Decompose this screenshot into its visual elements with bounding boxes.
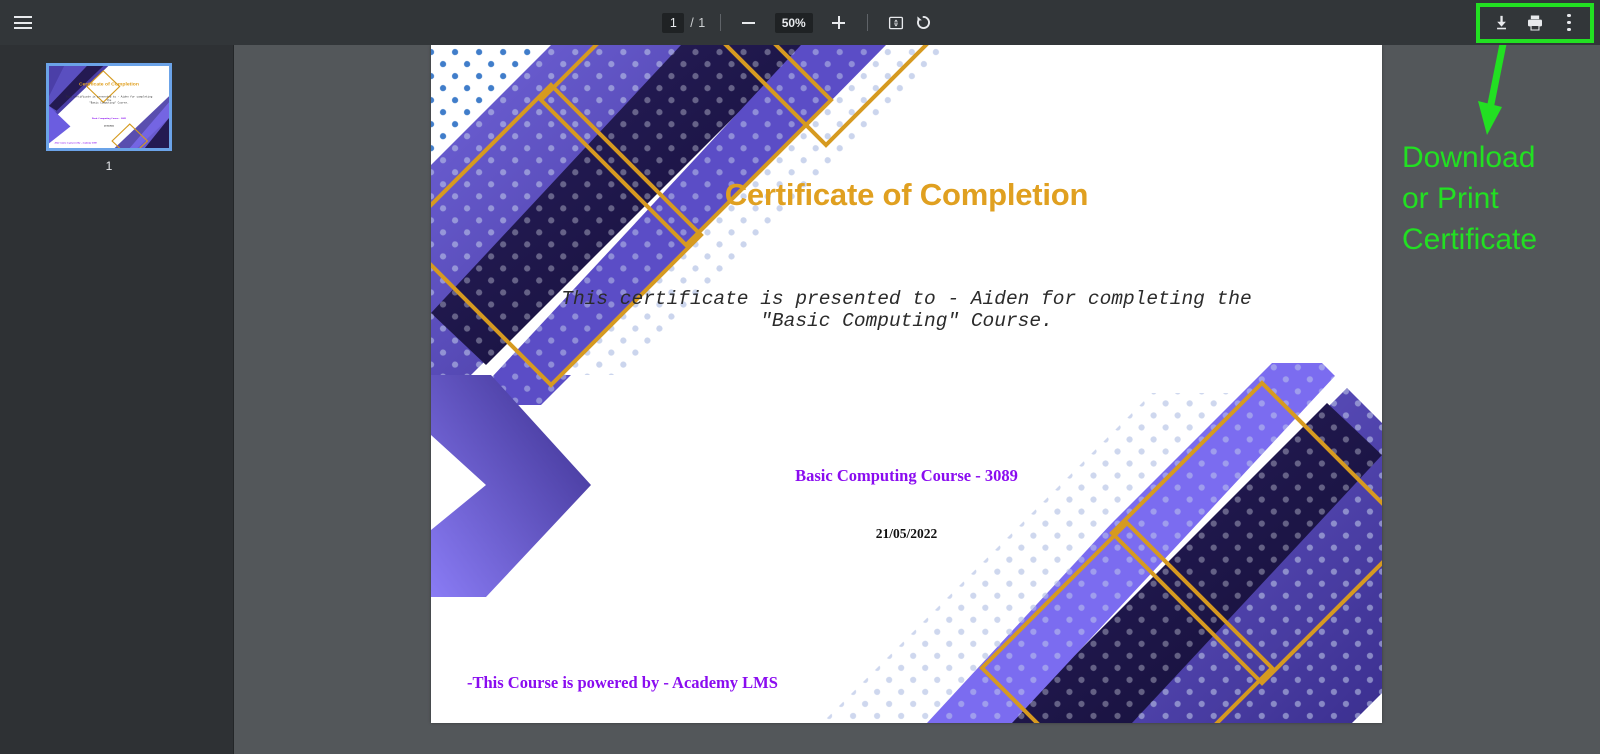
print-button[interactable]	[1518, 7, 1552, 39]
rotate-counterclockwise-icon	[917, 16, 931, 29]
fit-to-page-icon	[888, 16, 903, 29]
thumbnail-page-label: 1	[105, 159, 113, 173]
zoom-level-display[interactable]: 50%	[774, 12, 813, 33]
toolbar-divider-2	[866, 14, 868, 31]
svg-text:Basic Computing Course - 3089: Basic Computing Course - 3089	[92, 117, 127, 120]
download-print-highlight-box	[1476, 2, 1594, 43]
toolbar-right-controls	[1476, 0, 1600, 45]
pdf-viewer-toolbar: / 1 50%	[0, 0, 1600, 45]
download-button[interactable]	[1484, 7, 1518, 39]
zoom-out-button[interactable]	[735, 9, 763, 37]
toolbar-divider	[719, 14, 721, 31]
fit-to-page-button[interactable]	[882, 9, 910, 37]
svg-text:Certificate of Completion: Certificate of Completion	[79, 81, 139, 87]
thumbnail-item[interactable]: Certificate of Completion This certifica…	[46, 63, 172, 173]
certificate-body-text: This certificate is presented to - Aiden…	[561, 288, 1252, 332]
page-thumbnail-1[interactable]: Certificate of Completion This certifica…	[46, 63, 172, 151]
page-count-label: / 1	[690, 15, 706, 30]
more-options-button[interactable]	[1552, 7, 1586, 39]
decor-top-left-pattern	[431, 45, 951, 415]
decor-left-chevron	[431, 375, 591, 597]
download-icon	[1496, 15, 1506, 30]
certificate-page: Certificate of Completion This certifica…	[431, 45, 1382, 723]
zoom-in-button[interactable]	[825, 9, 853, 37]
svg-text:21/05/2022: 21/05/2022	[104, 125, 114, 127]
certificate-course-name: Basic Computing Course - 3089	[795, 466, 1018, 485]
pdf-viewer-canvas-area[interactable]: Certificate of Completion This certifica…	[235, 45, 1600, 754]
minus-icon	[742, 21, 756, 24]
page-number-input[interactable]	[662, 12, 685, 33]
plus-icon	[832, 16, 846, 29]
decor-bottom-right-pattern	[822, 293, 1382, 723]
certificate-title: Certificate of Completion	[724, 177, 1089, 212]
thumbnail-sidebar: Certificate of Completion This certifica…	[0, 45, 234, 754]
more-options-kebab-icon	[1567, 13, 1571, 32]
rotate-button[interactable]	[910, 9, 938, 37]
toolbar-center-controls: / 1 50%	[0, 0, 1600, 45]
certificate-footer: -This Course is powered by - Academy LMS	[467, 673, 778, 692]
certificate-date: 21/05/2022	[875, 526, 938, 541]
print-icon	[1528, 15, 1542, 30]
thumbnail-preview-image: Certificate of Completion This certifica…	[49, 66, 169, 148]
